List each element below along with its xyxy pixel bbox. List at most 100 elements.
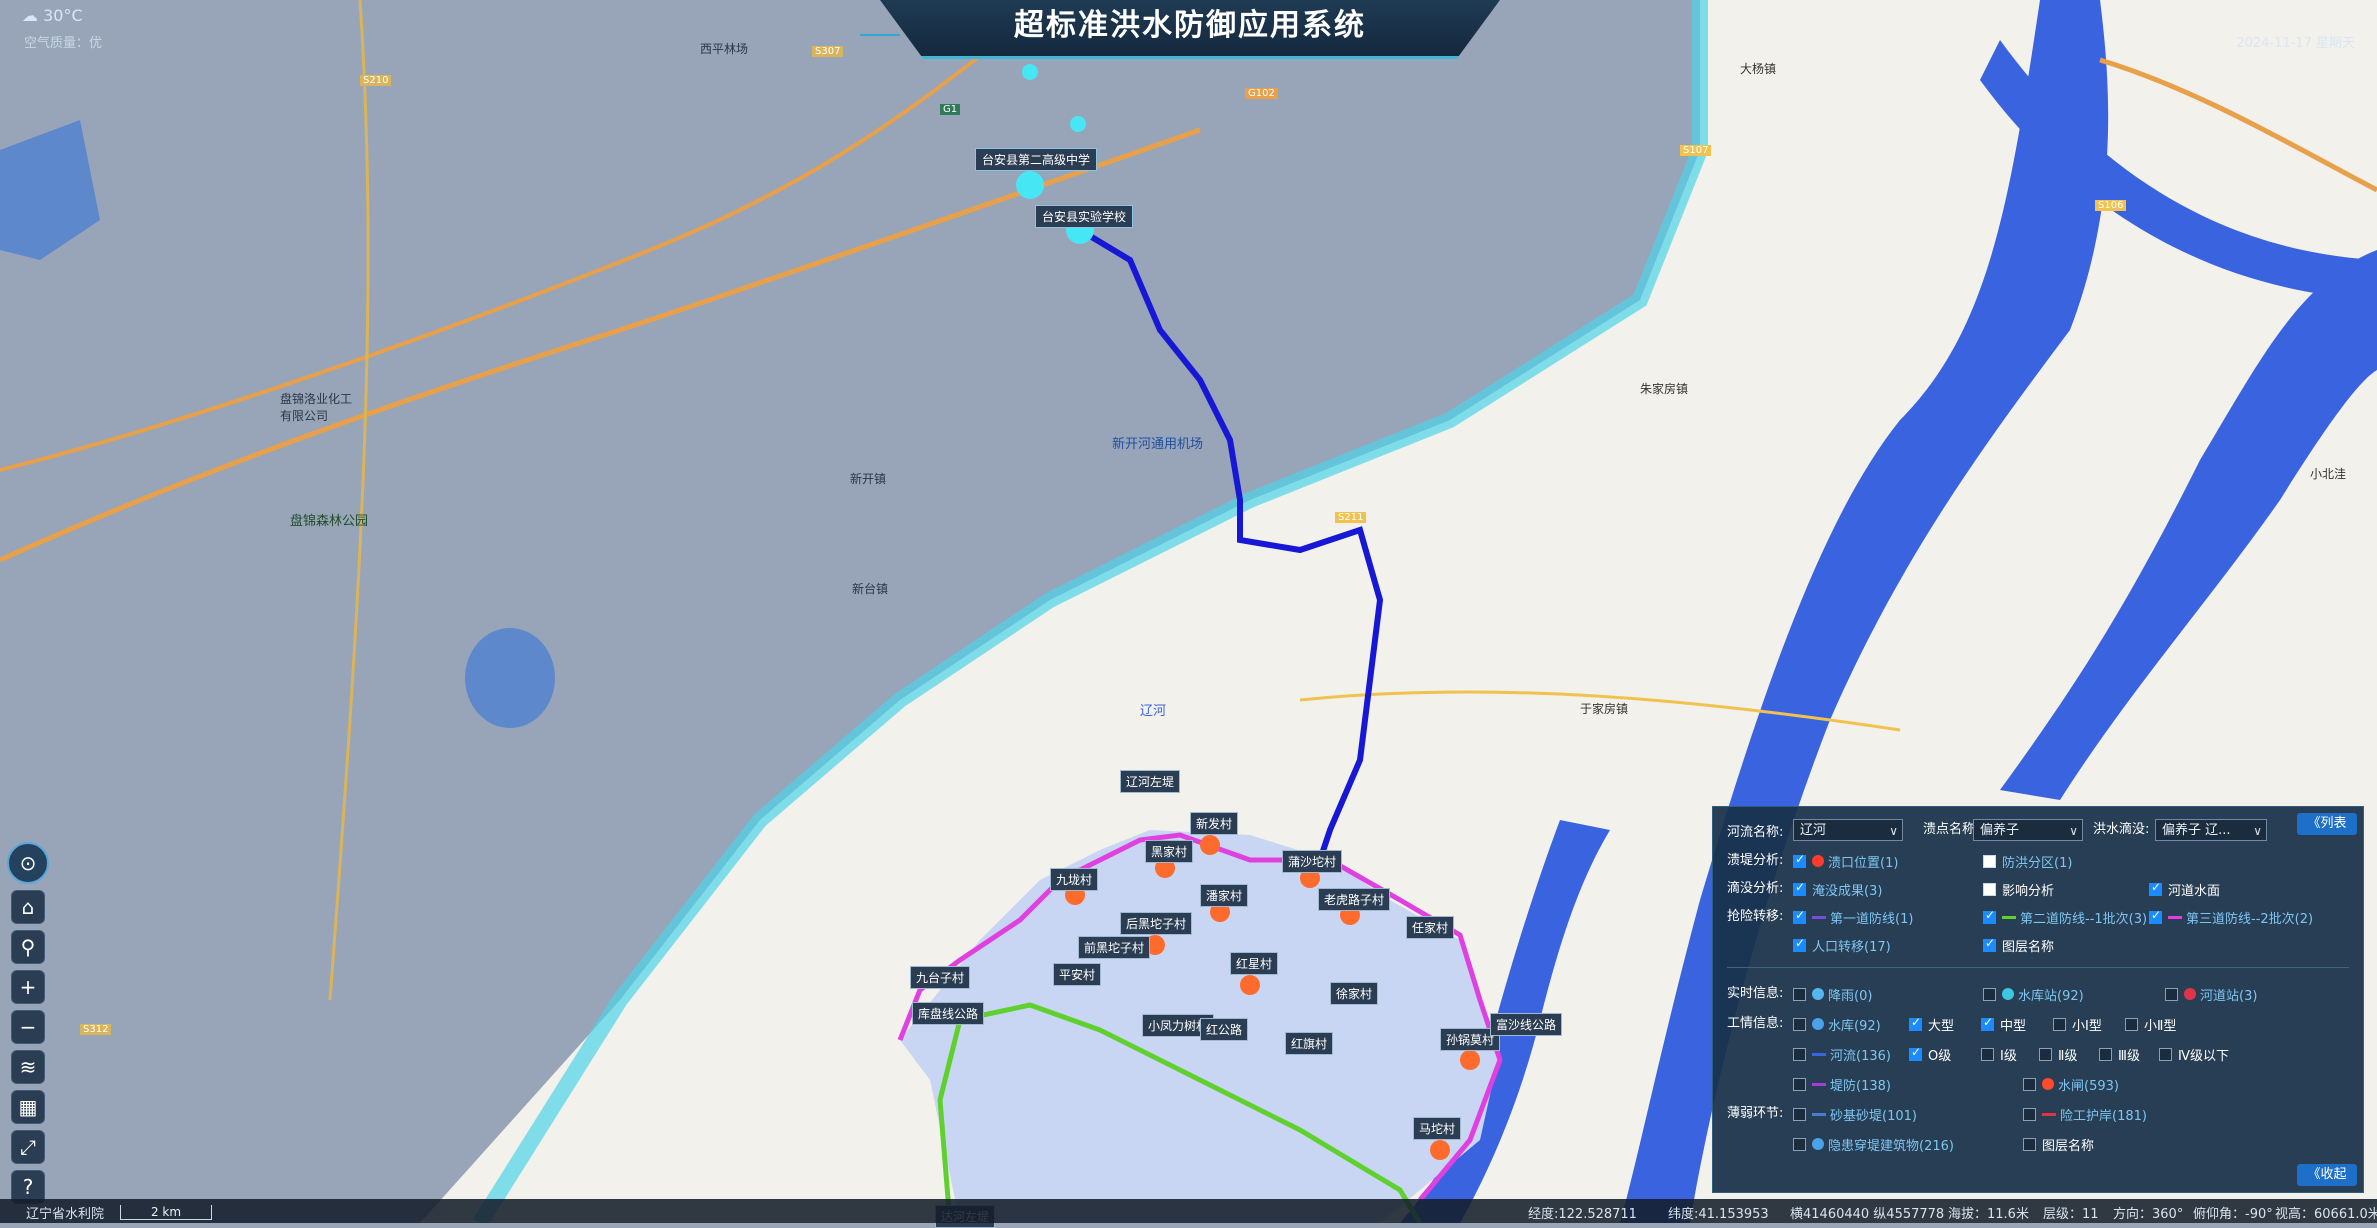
checkbox[interactable]	[2149, 908, 2162, 924]
checkbox[interactable]	[1793, 1137, 1806, 1151]
checkbox[interactable]	[2053, 1017, 2066, 1031]
village-label[interactable]: 新发村	[1190, 812, 1239, 835]
village-label[interactable]: 红旗村	[1285, 1032, 1334, 1055]
zoom-in-icon[interactable]: +	[11, 970, 45, 1004]
embankment-checkbox[interactable]: 堤防(138)	[1793, 1073, 1891, 1095]
checkbox[interactable]	[1793, 1077, 1806, 1091]
search-icon[interactable]: ⚲	[11, 930, 45, 964]
village-label[interactable]: 马坨村	[1413, 1117, 1462, 1140]
village-label[interactable]: 平安村	[1053, 963, 1102, 986]
sand-base-checkbox[interactable]: 砂基砂堤(101)	[1793, 1103, 1917, 1125]
checkbox[interactable]	[2023, 1107, 2036, 1121]
village-label[interactable]: 辽河左堤	[1120, 770, 1181, 793]
grade1-checkbox[interactable]: Ⅰ级	[1981, 1043, 2017, 1065]
checkbox[interactable]	[2159, 1047, 2172, 1061]
status-bar: 辽宁省水利院 2 km 经度:122.528711 纬度:41.153953 横…	[0, 1199, 2377, 1223]
line2a-checkbox[interactable]: 第二道防线--1批次(3)	[1983, 906, 2147, 928]
village-label[interactable]: 蒲沙坨村	[1282, 850, 1343, 873]
village-label[interactable]: 徐家村	[1330, 982, 1379, 1005]
village-label[interactable]: 库盘线公路	[912, 1002, 985, 1025]
checkbox[interactable]	[1909, 1045, 1922, 1061]
river-select[interactable]: 辽河 ∨	[1793, 819, 1903, 841]
location-pin-icon[interactable]	[1070, 116, 1086, 132]
compass-icon[interactable]: ⊙	[7, 842, 49, 884]
break-select[interactable]: 偏养子 ∨	[1973, 819, 2083, 841]
village-label[interactable]: 九垅村	[1050, 868, 1099, 891]
small2-checkbox[interactable]: 小Ⅱ型	[2125, 1013, 2176, 1035]
grade2-checkbox[interactable]: Ⅱ级	[2039, 1043, 2077, 1065]
checkbox[interactable]	[1793, 1017, 1806, 1031]
checkbox[interactable]	[1983, 854, 1996, 868]
list-button[interactable]: 《列表	[2297, 813, 2357, 835]
checkbox[interactable]	[1793, 936, 1806, 952]
checkbox[interactable]	[1793, 1047, 1806, 1061]
line1-checkbox[interactable]: 第一道防线(1)	[1793, 906, 1913, 928]
village-label[interactable]: 黑家村	[1145, 840, 1194, 863]
checkbox[interactable]	[2165, 987, 2178, 1001]
village-label[interactable]: 九台子村	[910, 966, 971, 989]
checkbox[interactable]	[1981, 1015, 1994, 1031]
checkbox[interactable]	[1793, 852, 1806, 868]
checkbox[interactable]	[1909, 1015, 1922, 1031]
hidden-building-checkbox[interactable]: 隐患穿堤建筑物(216)	[1793, 1133, 1954, 1155]
checkbox[interactable]	[2039, 1047, 2052, 1061]
flood-result-checkbox[interactable]: 淹没成果(3)	[1793, 878, 1882, 900]
building-icon	[1812, 1138, 1824, 1150]
river-surface-checkbox[interactable]: 河道水面	[2149, 878, 2220, 900]
river-station-checkbox[interactable]: 河道站(3)	[2165, 983, 2257, 1005]
layer-name-checkbox[interactable]: 图层名称	[1983, 934, 2054, 956]
village-label[interactable]: 红星村	[1230, 952, 1279, 975]
home-icon[interactable]: ⌂	[11, 890, 45, 924]
grade3-checkbox[interactable]: Ⅲ级	[2099, 1043, 2140, 1065]
checkbox[interactable]	[1983, 882, 1996, 896]
grade0-checkbox[interactable]: O级	[1909, 1043, 1951, 1065]
medium-checkbox[interactable]: 中型	[1981, 1013, 2026, 1035]
reservoir-station-checkbox[interactable]: 水库站(92)	[1983, 983, 2084, 1005]
flood-zone-checkbox[interactable]: 防洪分区(1)	[1983, 850, 2072, 872]
fullscreen-icon[interactable]: ⤢	[11, 1130, 45, 1164]
line2b-checkbox[interactable]: 第三道防线--2批次(2)	[2149, 906, 2313, 928]
place-label-river: 辽河	[1140, 704, 1167, 719]
zoom-out-icon[interactable]: −	[11, 1010, 45, 1044]
grade4-checkbox[interactable]: Ⅳ级以下	[2159, 1043, 2229, 1065]
rain-checkbox[interactable]: 降雨(0)	[1793, 983, 1872, 1005]
river-checkbox[interactable]: 河流(136)	[1793, 1043, 1891, 1065]
layer-name2-checkbox[interactable]: 图层名称	[2023, 1133, 2094, 1155]
layers-icon[interactable]: ≋	[11, 1050, 45, 1084]
revetment-checkbox[interactable]: 险工护岸(181)	[2023, 1103, 2147, 1125]
village-label[interactable]: 任家村	[1406, 916, 1455, 939]
checkbox[interactable]	[1793, 908, 1806, 924]
sluice-checkbox[interactable]: 水闸(593)	[2023, 1073, 2119, 1095]
checkbox[interactable]	[2099, 1047, 2112, 1061]
checkbox[interactable]	[2149, 880, 2162, 896]
checkbox[interactable]	[1793, 987, 1806, 1001]
checkbox[interactable]	[2125, 1017, 2138, 1031]
checkbox[interactable]	[1981, 1047, 1994, 1061]
checkbox[interactable]	[1983, 908, 1996, 924]
checkbox[interactable]	[1793, 1107, 1806, 1121]
reservoir-checkbox[interactable]: 水库(92)	[1793, 1013, 1881, 1035]
village-label[interactable]: 潘家村	[1200, 884, 1249, 907]
flood-select[interactable]: 偏养子 辽... ∨	[2155, 819, 2267, 841]
village-label[interactable]: 后黑坨子村	[1120, 912, 1193, 935]
checkbox[interactable]	[2023, 1077, 2036, 1091]
impact-checkbox[interactable]: 影响分析	[1983, 878, 2054, 900]
village-label[interactable]: 老虎路子村	[1318, 888, 1391, 911]
school-marker[interactable]	[1016, 171, 1044, 199]
checkbox[interactable]	[1983, 936, 1996, 952]
transfer-checkbox[interactable]: 人口转移(17)	[1793, 934, 1891, 956]
school-label[interactable]: 台安县实验学校	[1035, 205, 1134, 228]
checkbox[interactable]	[1983, 987, 1996, 1001]
small1-checkbox[interactable]: 小Ⅰ型	[2053, 1013, 2102, 1035]
village-label[interactable]: 前黑坨子村	[1078, 936, 1151, 959]
checkbox[interactable]	[1793, 880, 1806, 896]
school-label[interactable]: 台安县第二高级中学	[975, 148, 1098, 171]
village-label[interactable]: 富沙线公路	[1490, 1013, 1563, 1036]
checkbox[interactable]	[2023, 1137, 2036, 1151]
village-label[interactable]: 红公路	[1200, 1018, 1249, 1041]
large-checkbox[interactable]: 大型	[1909, 1013, 1954, 1035]
basemap-icon[interactable]: ▦	[11, 1090, 45, 1124]
collapse-button[interactable]: 《收起	[2297, 1164, 2357, 1186]
location-pin-icon[interactable]	[1022, 64, 1038, 80]
break-position-checkbox[interactable]: 溃口位置(1)	[1793, 850, 1898, 872]
